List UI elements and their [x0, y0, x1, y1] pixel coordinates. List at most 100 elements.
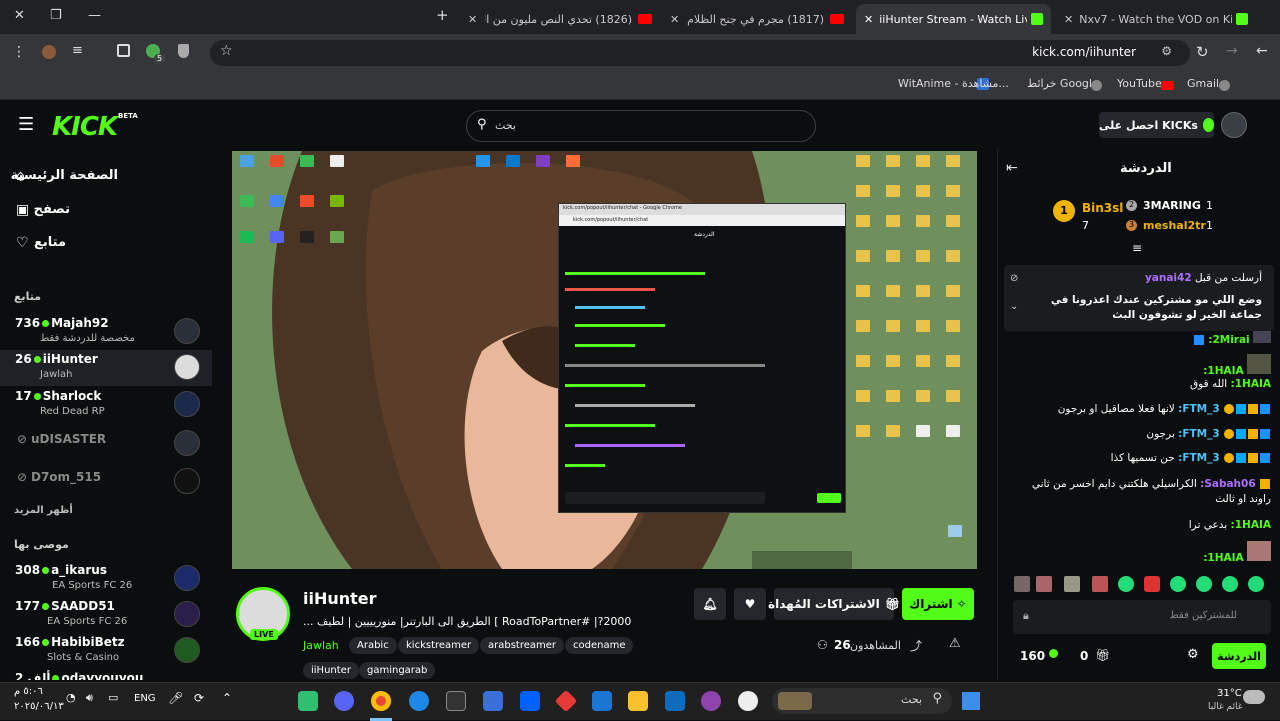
badge-icon: [1260, 429, 1270, 439]
youtube-icon: [638, 14, 652, 24]
kick-header: ☰ KICK BETA ⚲ بحث احصل على KICKs: [0, 100, 1280, 150]
unpin-icon[interactable]: ⊘: [1010, 273, 1018, 284]
channel-saadd51[interactable]: 177 SAADD51 EA Sports FC 26: [0, 597, 212, 633]
subscribe-button[interactable]: اشتراك ✧: [902, 588, 974, 620]
bookmark-witanime[interactable]: WitAnime - مشاهدة...: [898, 77, 1009, 90]
embedded-chat-lines: [565, 266, 839, 476]
sync-icon[interactable]: ⟳: [194, 691, 204, 705]
close-tab-icon[interactable]: ✕: [1064, 13, 1073, 26]
nav-home[interactable]: ⌂ الصفحة الرئيسية: [0, 166, 212, 188]
gift-subs-button[interactable]: الاشتراكات المُهداة 🎁︎: [768, 588, 900, 620]
emote-picker-strip[interactable]: [1014, 574, 1264, 594]
reading-list-icon[interactable]: ≡: [72, 43, 83, 58]
leader-1[interactable]: Bin3sl: [1082, 201, 1123, 215]
discord-icon[interactable]: [334, 691, 354, 711]
expand-leaderboard-icon[interactable]: ≡: [1132, 241, 1142, 255]
follow-heart-button[interactable]: ♥: [734, 588, 766, 620]
settings-gear-icon[interactable]: ⚙: [1187, 647, 1199, 662]
volume-icon[interactable]: 🔊︎: [86, 691, 93, 705]
tab-youtube-2[interactable]: ✕ (1826) تحدي النص مليون من الق: [460, 4, 660, 34]
star-icon[interactable]: ☆: [220, 43, 233, 59]
nav-browse[interactable]: ▣ تصفح: [0, 200, 212, 222]
stream-category[interactable]: Jawlah: [303, 639, 339, 652]
show-hidden-icons-icon[interactable]: ⌃: [222, 691, 232, 705]
get-kicks-button[interactable]: احصل على KICKs: [1099, 112, 1214, 138]
copilot-icon[interactable]: [701, 691, 721, 711]
share-icon[interactable]: ⤴: [910, 637, 922, 654]
show-more-link[interactable]: أظهر المزيد: [14, 505, 73, 516]
forward-icon[interactable]: →: [1226, 43, 1238, 59]
leader-2[interactable]: 3MARING: [1143, 199, 1201, 212]
tag-kickstreamer[interactable]: kickstreamer: [398, 637, 480, 654]
back-icon[interactable]: ←: [1256, 43, 1268, 59]
chrome-icon[interactable]: [371, 691, 391, 711]
windows-start-icon[interactable]: [962, 692, 980, 710]
minimize-window-icon[interactable]: —: [88, 8, 101, 23]
edge-icon[interactable]: [409, 691, 429, 711]
wifi-icon[interactable]: ◔: [66, 691, 76, 704]
tag-gamingarab[interactable]: gamingarab: [359, 662, 436, 679]
site-settings-icon[interactable]: ⚙: [1161, 44, 1172, 58]
extensions-icon[interactable]: [117, 44, 130, 57]
shield-icon[interactable]: [178, 44, 189, 58]
channel-udisaster[interactable]: ⊘ uDISASTER: [0, 430, 212, 466]
send-chat-button[interactable]: الدردشة: [1212, 643, 1266, 669]
tag-codename[interactable]: codename: [565, 637, 634, 654]
close-tab-icon[interactable]: ✕: [670, 13, 679, 26]
app-icon[interactable]: [738, 691, 758, 711]
app-icon[interactable]: [483, 691, 503, 711]
profile-avatar[interactable]: [42, 45, 56, 59]
restore-window-icon[interactable]: ❐: [50, 8, 62, 23]
tag-arabstreamer[interactable]: arabstreamer: [480, 637, 565, 654]
menu-dots-icon[interactable]: ⋮: [12, 44, 26, 60]
nav-following[interactable]: ♡ متابع: [0, 233, 212, 255]
chat-input[interactable]: 🔒︎ للمشتركين فقط: [1013, 600, 1271, 634]
hamburger-menu-icon[interactable]: ☰: [18, 114, 34, 135]
tag-iihunter[interactable]: iiHunter: [303, 662, 359, 679]
channel-a-ikarus[interactable]: 308 a_ikarus EA Sports FC 26: [0, 561, 212, 597]
tab-iihunter[interactable]: ✕ iiHunter Stream - Watch Live: [856, 4, 1051, 34]
browse-icon: ▣: [16, 202, 30, 218]
channel-odavyouyou[interactable]: 2 ألف odavyouyou: [0, 669, 212, 680]
channel-iihunter[interactable]: 26 iiHunter Jawlah: [0, 350, 212, 386]
tab-nxv7[interactable]: ✕ Nxv7 - Watch the VOD on Kick: [1056, 4, 1256, 34]
close-tab-icon[interactable]: ✕: [864, 13, 873, 26]
leader-3[interactable]: meshal2tr: [1143, 219, 1206, 232]
taskbar-search[interactable]: بحث ⚲: [772, 688, 952, 714]
chevron-down-icon[interactable]: ⌄: [1010, 301, 1018, 312]
avatar: [174, 318, 200, 344]
kick-logo[interactable]: KICK: [52, 112, 118, 142]
reload-icon[interactable]: ↻: [1196, 43, 1209, 61]
search-input[interactable]: ⚲ بحث: [466, 110, 816, 142]
user-avatar[interactable]: [1221, 112, 1247, 138]
channel-habibibetz[interactable]: 166 HabibiBetz Slots & Casino: [0, 633, 212, 669]
notification-bell-button[interactable]: 🔔︎: [694, 588, 726, 620]
channel-d7om[interactable]: ⊘ D7om_515: [0, 468, 212, 504]
channel-majah92[interactable]: 736 Majah92 مخصصة للدردشة فقط: [0, 314, 212, 350]
app-icon[interactable]: [298, 691, 318, 711]
new-tab-icon[interactable]: +: [436, 6, 449, 24]
bookmark-google-maps[interactable]: خرائط Google: [1027, 77, 1099, 90]
app-icon[interactable]: [554, 689, 578, 713]
tag-arabic[interactable]: Arabic: [349, 637, 397, 654]
channel-sharlock[interactable]: 17 Sharlock Red Dead RP: [0, 387, 212, 423]
epic-games-icon[interactable]: [446, 691, 466, 711]
report-warning-icon[interactable]: ⚠: [949, 636, 961, 651]
microphone-icon[interactable]: 🎤︎: [168, 691, 183, 705]
avatar: [174, 565, 200, 591]
mail-icon[interactable]: [592, 691, 612, 711]
close-tab-icon[interactable]: ✕: [468, 13, 477, 26]
tab-youtube-1[interactable]: ✕ (1817) مجرم في جنح الظلام | بود: [662, 4, 852, 34]
bookmark-gmail[interactable]: Gmail: [1187, 77, 1219, 90]
url-box[interactable]: ☆ kick.com/iihunter ⚙: [210, 40, 1190, 66]
app-icon[interactable]: [665, 691, 685, 711]
dropbox-icon[interactable]: [520, 691, 540, 711]
gift-icon[interactable]: 🎁︎: [1095, 648, 1110, 662]
video-player[interactable]: kick.com/popout/iihunter/chat - Google C…: [232, 151, 977, 569]
bookmark-youtube[interactable]: YouTube: [1117, 77, 1162, 90]
close-window-icon[interactable]: ✕: [14, 8, 25, 23]
collapse-chat-icon[interactable]: ⇤: [1006, 160, 1018, 176]
streamer-name[interactable]: iiHunter: [303, 589, 377, 608]
battery-icon[interactable]: ▭: [108, 691, 118, 704]
file-explorer-icon[interactable]: [628, 691, 648, 711]
